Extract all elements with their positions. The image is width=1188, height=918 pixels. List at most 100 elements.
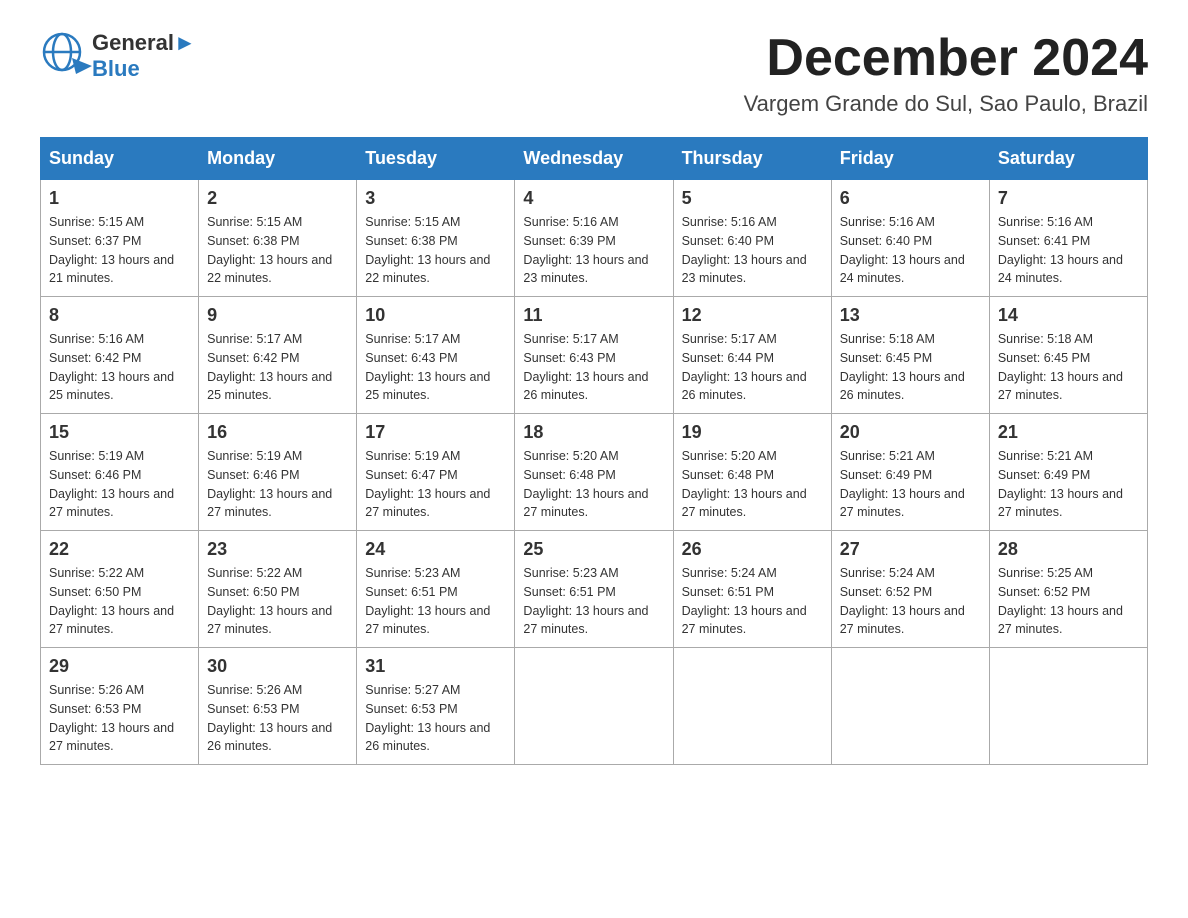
calendar-day-cell: 24 Sunrise: 5:23 AMSunset: 6:51 PMDayligh… [357, 531, 515, 648]
calendar-day-cell [831, 648, 989, 765]
day-info: Sunrise: 5:15 AMSunset: 6:37 PMDaylight:… [49, 213, 190, 288]
day-info: Sunrise: 5:23 AMSunset: 6:51 PMDaylight:… [365, 564, 506, 639]
day-info: Sunrise: 5:19 AMSunset: 6:46 PMDaylight:… [49, 447, 190, 522]
weekday-header-monday: Monday [199, 138, 357, 180]
calendar-day-cell: 7Sunrise: 5:16 AMSunset: 6:41 PMDaylight… [989, 180, 1147, 297]
calendar-day-cell: 12Sunrise: 5:17 AMSunset: 6:44 PMDayligh… [673, 297, 831, 414]
day-number: 11 [523, 305, 664, 326]
calendar-day-cell: 15 Sunrise: 5:19 AMSunset: 6:46 PMDayligh… [41, 414, 199, 531]
day-info: Sunrise: 5:17 AMSunset: 6:43 PMDaylight:… [523, 330, 664, 405]
calendar-day-cell: 2 Sunrise: 5:15 AMSunset: 6:38 PMDaylight… [199, 180, 357, 297]
calendar-week-row: 1 Sunrise: 5:15 AMSunset: 6:37 PMDaylight… [41, 180, 1148, 297]
day-info: Sunrise: 5:18 AMSunset: 6:45 PMDaylight:… [998, 330, 1139, 405]
day-info: Sunrise: 5:27 AMSunset: 6:53 PMDaylight:… [365, 681, 506, 756]
calendar-day-cell: 10Sunrise: 5:17 AMSunset: 6:43 PMDayligh… [357, 297, 515, 414]
calendar-day-cell: 17Sunrise: 5:19 AMSunset: 6:47 PMDayligh… [357, 414, 515, 531]
month-title: December 2024 [744, 30, 1148, 87]
day-info: Sunrise: 5:22 AMSunset: 6:50 PMDaylight:… [49, 564, 190, 639]
day-info: Sunrise: 5:23 AMSunset: 6:51 PMDaylight:… [523, 564, 664, 639]
day-number: 3 [365, 188, 506, 209]
logo-icon [40, 30, 92, 82]
day-info: Sunrise: 5:24 AMSunset: 6:51 PMDaylight:… [682, 564, 823, 639]
day-number: 6 [840, 188, 981, 209]
day-info: Sunrise: 5:26 AMSunset: 6:53 PMDaylight:… [207, 681, 348, 756]
day-number: 13 [840, 305, 981, 326]
day-info: Sunrise: 5:17 AMSunset: 6:43 PMDaylight:… [365, 330, 506, 405]
calendar-day-cell: 27 Sunrise: 5:24 AMSunset: 6:52 PMDayligh… [831, 531, 989, 648]
page-header: General► Blue December 2024 Vargem Grand… [40, 30, 1148, 117]
calendar-day-cell: 26 Sunrise: 5:24 AMSunset: 6:51 PMDayligh… [673, 531, 831, 648]
calendar-week-row: 22 Sunrise: 5:22 AMSunset: 6:50 PMDayligh… [41, 531, 1148, 648]
calendar-day-cell: 16Sunrise: 5:19 AMSunset: 6:46 PMDayligh… [199, 414, 357, 531]
day-number: 21 [998, 422, 1139, 443]
calendar-day-cell: 1 Sunrise: 5:15 AMSunset: 6:37 PMDaylight… [41, 180, 199, 297]
day-number: 4 [523, 188, 664, 209]
calendar-day-cell: 4 Sunrise: 5:16 AMSunset: 6:39 PMDaylight… [515, 180, 673, 297]
weekday-header-friday: Friday [831, 138, 989, 180]
calendar-day-cell: 20Sunrise: 5:21 AMSunset: 6:49 PMDayligh… [831, 414, 989, 531]
calendar-day-cell: 18Sunrise: 5:20 AMSunset: 6:48 PMDayligh… [515, 414, 673, 531]
calendar-table: SundayMondayTuesdayWednesdayThursdayFrid… [40, 137, 1148, 765]
calendar-day-cell: 11 Sunrise: 5:17 AMSunset: 6:43 PMDayligh… [515, 297, 673, 414]
day-info: Sunrise: 5:16 AMSunset: 6:40 PMDaylight:… [682, 213, 823, 288]
calendar-day-cell [515, 648, 673, 765]
day-number: 1 [49, 188, 190, 209]
day-number: 31 [365, 656, 506, 677]
day-number: 24 [365, 539, 506, 560]
weekday-header-row: SundayMondayTuesdayWednesdayThursdayFrid… [41, 138, 1148, 180]
day-info: Sunrise: 5:26 AMSunset: 6:53 PMDaylight:… [49, 681, 190, 756]
calendar-day-cell: 28 Sunrise: 5:25 AMSunset: 6:52 PMDayligh… [989, 531, 1147, 648]
day-number: 26 [682, 539, 823, 560]
calendar-week-row: 29Sunrise: 5:26 AMSunset: 6:53 PMDayligh… [41, 648, 1148, 765]
day-number: 9 [207, 305, 348, 326]
day-number: 25 [523, 539, 664, 560]
weekday-header-sunday: Sunday [41, 138, 199, 180]
day-info: Sunrise: 5:15 AMSunset: 6:38 PMDaylight:… [207, 213, 348, 288]
day-info: Sunrise: 5:21 AMSunset: 6:49 PMDaylight:… [998, 447, 1139, 522]
day-info: Sunrise: 5:25 AMSunset: 6:52 PMDaylight:… [998, 564, 1139, 639]
logo: General► Blue [40, 30, 196, 82]
day-number: 12 [682, 305, 823, 326]
day-number: 20 [840, 422, 981, 443]
calendar-day-cell: 30 Sunrise: 5:26 AMSunset: 6:53 PMDayligh… [199, 648, 357, 765]
calendar-day-cell: 3 Sunrise: 5:15 AMSunset: 6:38 PMDaylight… [357, 180, 515, 297]
day-info: Sunrise: 5:16 AMSunset: 6:42 PMDaylight:… [49, 330, 190, 405]
calendar-day-cell: 29Sunrise: 5:26 AMSunset: 6:53 PMDayligh… [41, 648, 199, 765]
day-number: 23 [207, 539, 348, 560]
calendar-day-cell [989, 648, 1147, 765]
day-info: Sunrise: 5:24 AMSunset: 6:52 PMDaylight:… [840, 564, 981, 639]
calendar-day-cell: 14Sunrise: 5:18 AMSunset: 6:45 PMDayligh… [989, 297, 1147, 414]
day-info: Sunrise: 5:18 AMSunset: 6:45 PMDaylight:… [840, 330, 981, 405]
day-number: 15 [49, 422, 190, 443]
day-info: Sunrise: 5:15 AMSunset: 6:38 PMDaylight:… [365, 213, 506, 288]
calendar-day-cell: 6 Sunrise: 5:16 AMSunset: 6:40 PMDaylight… [831, 180, 989, 297]
calendar-day-cell: 9 Sunrise: 5:17 AMSunset: 6:42 PMDaylight… [199, 297, 357, 414]
day-number: 22 [49, 539, 190, 560]
calendar-title-area: December 2024 Vargem Grande do Sul, Sao … [744, 30, 1148, 117]
day-number: 8 [49, 305, 190, 326]
location-subtitle: Vargem Grande do Sul, Sao Paulo, Brazil [744, 91, 1148, 117]
calendar-day-cell [673, 648, 831, 765]
calendar-week-row: 8 Sunrise: 5:16 AMSunset: 6:42 PMDaylight… [41, 297, 1148, 414]
weekday-header-tuesday: Tuesday [357, 138, 515, 180]
logo-text: General► Blue [92, 30, 196, 82]
day-info: Sunrise: 5:17 AMSunset: 6:42 PMDaylight:… [207, 330, 348, 405]
day-number: 19 [682, 422, 823, 443]
calendar-week-row: 15 Sunrise: 5:19 AMSunset: 6:46 PMDayligh… [41, 414, 1148, 531]
day-number: 2 [207, 188, 348, 209]
weekday-header-wednesday: Wednesday [515, 138, 673, 180]
day-info: Sunrise: 5:16 AMSunset: 6:39 PMDaylight:… [523, 213, 664, 288]
calendar-day-cell: 8 Sunrise: 5:16 AMSunset: 6:42 PMDaylight… [41, 297, 199, 414]
calendar-day-cell: 23Sunrise: 5:22 AMSunset: 6:50 PMDayligh… [199, 531, 357, 648]
calendar-day-cell: 21 Sunrise: 5:21 AMSunset: 6:49 PMDayligh… [989, 414, 1147, 531]
day-number: 28 [998, 539, 1139, 560]
day-number: 27 [840, 539, 981, 560]
calendar-day-cell: 13 Sunrise: 5:18 AMSunset: 6:45 PMDayligh… [831, 297, 989, 414]
day-number: 30 [207, 656, 348, 677]
day-info: Sunrise: 5:16 AMSunset: 6:41 PMDaylight:… [998, 213, 1139, 288]
day-info: Sunrise: 5:16 AMSunset: 6:40 PMDaylight:… [840, 213, 981, 288]
weekday-header-saturday: Saturday [989, 138, 1147, 180]
day-number: 18 [523, 422, 664, 443]
calendar-day-cell: 25 Sunrise: 5:23 AMSunset: 6:51 PMDayligh… [515, 531, 673, 648]
day-number: 5 [682, 188, 823, 209]
